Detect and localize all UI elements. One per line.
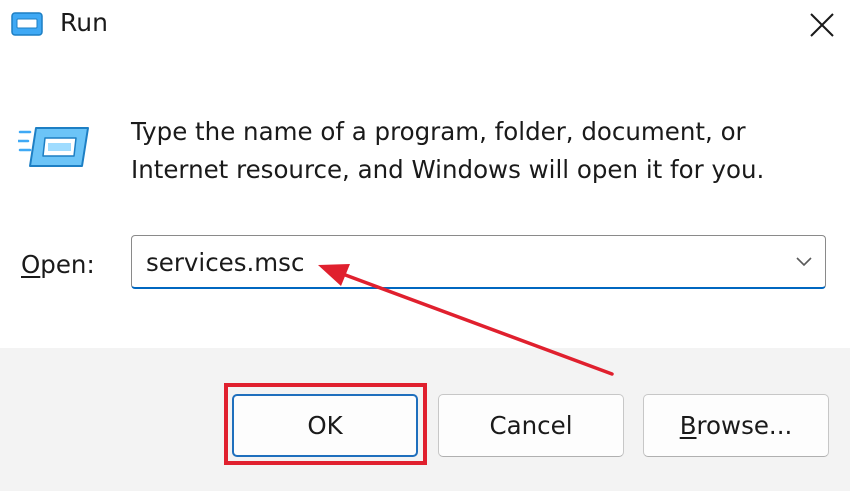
description-line-2: Internet resource, and Windows will open… [131,155,765,184]
title-bar: Run [0,0,850,50]
browse-label-rest: rowse... [696,411,793,440]
cancel-button[interactable]: Cancel [438,394,624,457]
close-button[interactable] [798,0,846,50]
open-label: Open: [21,250,95,280]
browse-button[interactable]: Browse... [643,394,829,457]
open-input-value[interactable]: services.msc [146,248,304,278]
window-title: Run [60,8,108,37]
run-dialog: Run Type the name of a program, folder, … [0,0,850,491]
run-app-icon [11,12,43,36]
description-line-1: Type the name of a program, folder, docu… [131,117,746,146]
run-large-icon [18,127,89,167]
open-label-rest: pen: [40,250,95,279]
open-label-accelerator: O [21,250,41,279]
browse-accelerator: B [679,411,697,440]
ok-button[interactable]: OK [232,394,418,457]
open-combobox[interactable]: services.msc [131,235,826,289]
close-icon [810,13,834,37]
chevron-down-icon[interactable] [793,250,815,272]
dialog-description: Type the name of a program, folder, docu… [131,113,831,189]
